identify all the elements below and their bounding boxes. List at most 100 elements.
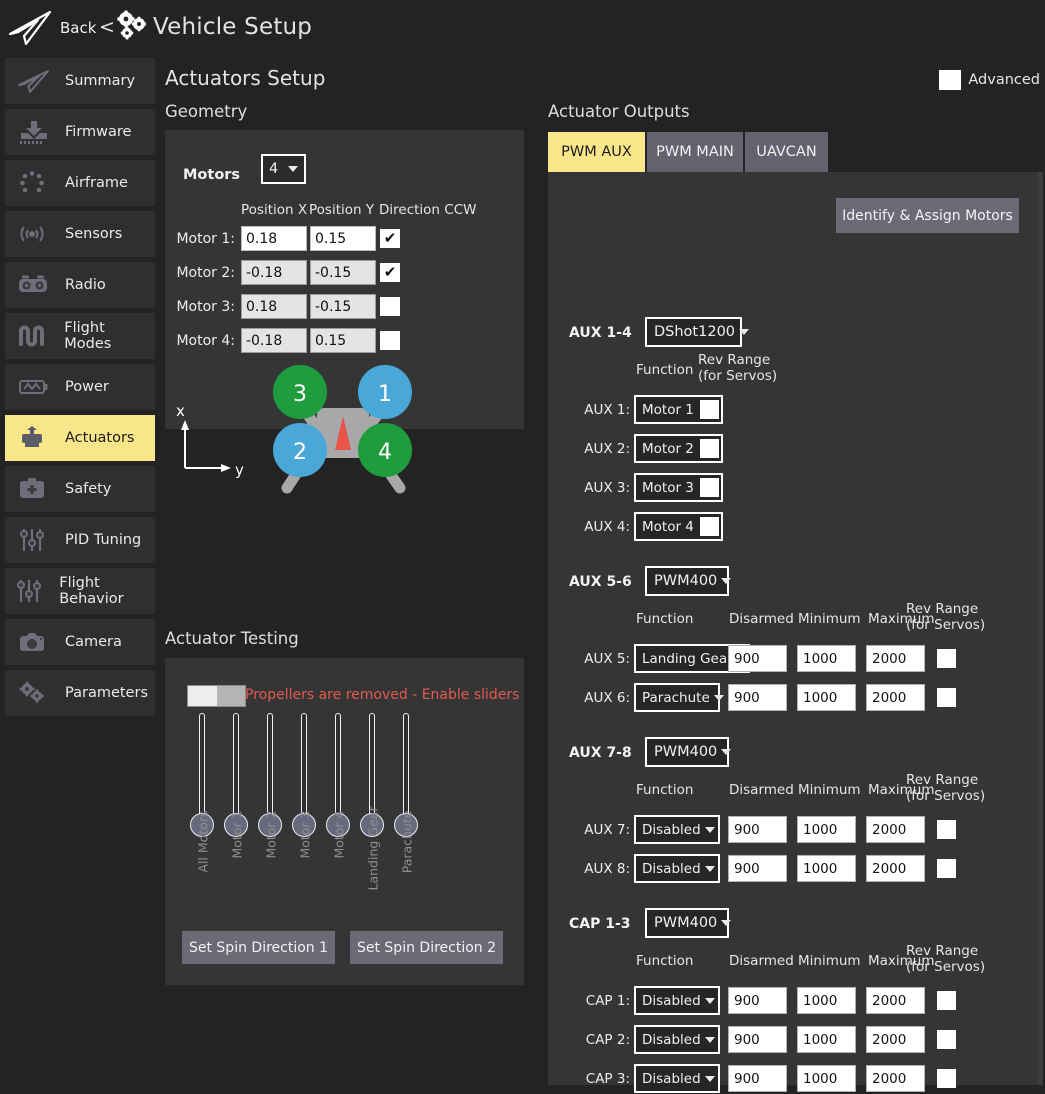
- motor-direction-ccw-checkbox[interactable]: [380, 297, 400, 316]
- output-disarmed-input[interactable]: 900: [728, 684, 787, 711]
- slider-label: Motor 3: [297, 810, 313, 859]
- output-minimum-input[interactable]: 1000: [797, 816, 856, 843]
- back-button-label[interactable]: Back: [60, 19, 96, 37]
- output-minimum-input[interactable]: 1000: [797, 1026, 856, 1053]
- output-rev-range-checkbox[interactable]: [937, 991, 956, 1010]
- chevron-down-icon: [704, 997, 715, 1004]
- output-disarmed-input[interactable]: 900: [728, 1026, 787, 1053]
- motor-position-x-input[interactable]: 0.18: [241, 226, 307, 251]
- sidebar-item-parameters[interactable]: Parameters: [5, 670, 155, 716]
- motor-direction-ccw-checkbox[interactable]: ✔: [380, 229, 400, 248]
- output-function-dropdown[interactable]: Disabled: [634, 854, 720, 883]
- output-minimum-input[interactable]: 1000: [797, 1065, 856, 1092]
- set-spin-direction-1-button[interactable]: Set Spin Direction 1: [182, 931, 335, 964]
- output-function-dropdown[interactable]: Disabled: [634, 1025, 720, 1054]
- sidebar-item-pid-tuning[interactable]: PID Tuning: [5, 517, 155, 563]
- tab-pwm-main[interactable]: PWM MAIN: [647, 132, 743, 172]
- chevron-down-icon: [721, 749, 732, 755]
- diagram-motor-4: 4: [358, 423, 412, 477]
- output-protocol-dropdown[interactable]: PWM400: [645, 737, 732, 767]
- sidebar-item-label: Camera: [65, 634, 122, 650]
- sidebar-item-safety[interactable]: Safety: [5, 466, 155, 512]
- slider-track[interactable]: [301, 713, 307, 826]
- outputs-scrollbar[interactable]: [1038, 172, 1043, 1085]
- motor-position-y-input[interactable]: -0.15: [310, 294, 376, 319]
- tab-uavcan[interactable]: UAVCAN: [745, 132, 828, 172]
- main-content: Actuators Setup Advanced Geometry Actuat…: [160, 58, 1045, 1093]
- slider-label: Motor 4: [331, 810, 347, 859]
- output-function-dropdown[interactable]: Parachute: [634, 683, 724, 712]
- output-rev-range-checkbox[interactable]: [937, 1069, 956, 1088]
- sidebar-item-summary[interactable]: Summary: [5, 58, 155, 104]
- output-disarmed-input[interactable]: 900: [728, 1065, 787, 1092]
- output-disarmed-input[interactable]: 900: [728, 855, 787, 882]
- output-disarmed-input[interactable]: 900: [728, 645, 787, 672]
- output-maximum-input[interactable]: 2000: [866, 816, 925, 843]
- advanced-checkbox-group[interactable]: Advanced: [939, 70, 1040, 90]
- output-rev-range-checkbox[interactable]: [937, 820, 956, 839]
- motors-count-dropdown[interactable]: 4: [261, 154, 306, 184]
- output-disarmed-input[interactable]: 900: [728, 987, 787, 1014]
- output-function-dropdown[interactable]: Disabled: [634, 815, 720, 844]
- advanced-checkbox[interactable]: [939, 70, 962, 90]
- motor-row: Motor 3: 0.18 -0.15: [165, 294, 524, 322]
- sidebar-item-radio[interactable]: Radio: [5, 262, 155, 308]
- output-maximum-input[interactable]: 2000: [866, 1065, 925, 1092]
- sliders-icon: [11, 576, 51, 606]
- sidebar-item-sensors[interactable]: Sensors: [5, 211, 155, 257]
- output-protocol-dropdown[interactable]: PWM400: [645, 908, 732, 938]
- sidebar-item-label: Airframe: [65, 175, 128, 191]
- output-minimum-input[interactable]: 1000: [797, 684, 856, 711]
- output-rev-range-checkbox[interactable]: [937, 859, 956, 878]
- motor-position-y-input[interactable]: -0.15: [310, 260, 376, 285]
- sidebar-item-label: Radio: [65, 277, 106, 293]
- paper-plane-icon[interactable]: [8, 8, 54, 48]
- output-minimum-input[interactable]: 1000: [797, 645, 856, 672]
- slider-track[interactable]: [403, 713, 409, 826]
- motor-position-x-input[interactable]: 0.18: [241, 294, 307, 319]
- slider-track[interactable]: [267, 713, 273, 826]
- sidebar-item-flight-behavior[interactable]: Flight Behavior: [5, 568, 155, 614]
- sidebar-item-airframe[interactable]: Airframe: [5, 160, 155, 206]
- sidebar-item-firmware[interactable]: Firmware: [5, 109, 155, 155]
- output-maximum-input[interactable]: 2000: [866, 645, 925, 672]
- motor-direction-ccw-checkbox[interactable]: ✔: [380, 263, 400, 282]
- output-minimum-input[interactable]: 1000: [797, 987, 856, 1014]
- motor-position-x-input[interactable]: -0.18: [241, 260, 307, 285]
- output-row: AUX 8: Disabled 900 1000 2000: [548, 854, 1040, 884]
- output-disarmed-input[interactable]: 900: [728, 816, 787, 843]
- output-function-dropdown[interactable]: Disabled: [634, 1064, 720, 1093]
- output-protocol-value: PWM400: [654, 915, 718, 931]
- output-rev-range-checkbox[interactable]: [937, 688, 956, 707]
- sidebar-item-flight-modes[interactable]: Flight Modes: [5, 313, 155, 359]
- tab-pwm-aux[interactable]: PWM AUX: [548, 132, 645, 172]
- sidebar-item-power[interactable]: Power: [5, 364, 155, 410]
- slider-track[interactable]: [199, 713, 205, 826]
- column-header-position-y: Position Y: [309, 202, 375, 218]
- output-row: AUX 2: Motor 2: [548, 434, 1040, 464]
- output-protocol-dropdown[interactable]: PWM400: [645, 566, 732, 596]
- output-minimum-input[interactable]: 1000: [797, 855, 856, 882]
- column-header-direction-ccw: Direction CCW: [379, 202, 477, 218]
- output-protocol-dropdown[interactable]: DShot1200: [645, 317, 750, 347]
- output-rev-range-checkbox[interactable]: [937, 1030, 956, 1049]
- output-function-dropdown[interactable]: Disabled: [634, 986, 720, 1015]
- sidebar-item-camera[interactable]: Camera: [5, 619, 155, 665]
- sidebar-item-actuators[interactable]: Actuators: [5, 415, 155, 461]
- output-rev-range-checkbox[interactable]: [937, 649, 956, 668]
- output-rev-range-checkbox[interactable]: [700, 517, 719, 536]
- output-maximum-input[interactable]: 2000: [866, 987, 925, 1014]
- output-maximum-input[interactable]: 2000: [866, 1026, 925, 1053]
- check-icon: ✔: [383, 229, 397, 247]
- output-rev-range-checkbox[interactable]: [700, 478, 719, 497]
- output-rev-range-checkbox[interactable]: [700, 439, 719, 458]
- slider-track[interactable]: [233, 713, 239, 826]
- motor-position-y-input[interactable]: 0.15: [310, 226, 376, 251]
- enable-sliders-toggle[interactable]: [187, 685, 246, 707]
- slider-track[interactable]: [335, 713, 341, 826]
- output-maximum-input[interactable]: 2000: [866, 855, 925, 882]
- identify-assign-motors-button[interactable]: Identify & Assign Motors: [836, 198, 1019, 233]
- set-spin-direction-2-button[interactable]: Set Spin Direction 2: [350, 931, 503, 964]
- output-maximum-input[interactable]: 2000: [866, 684, 925, 711]
- output-rev-range-checkbox[interactable]: [700, 400, 719, 419]
